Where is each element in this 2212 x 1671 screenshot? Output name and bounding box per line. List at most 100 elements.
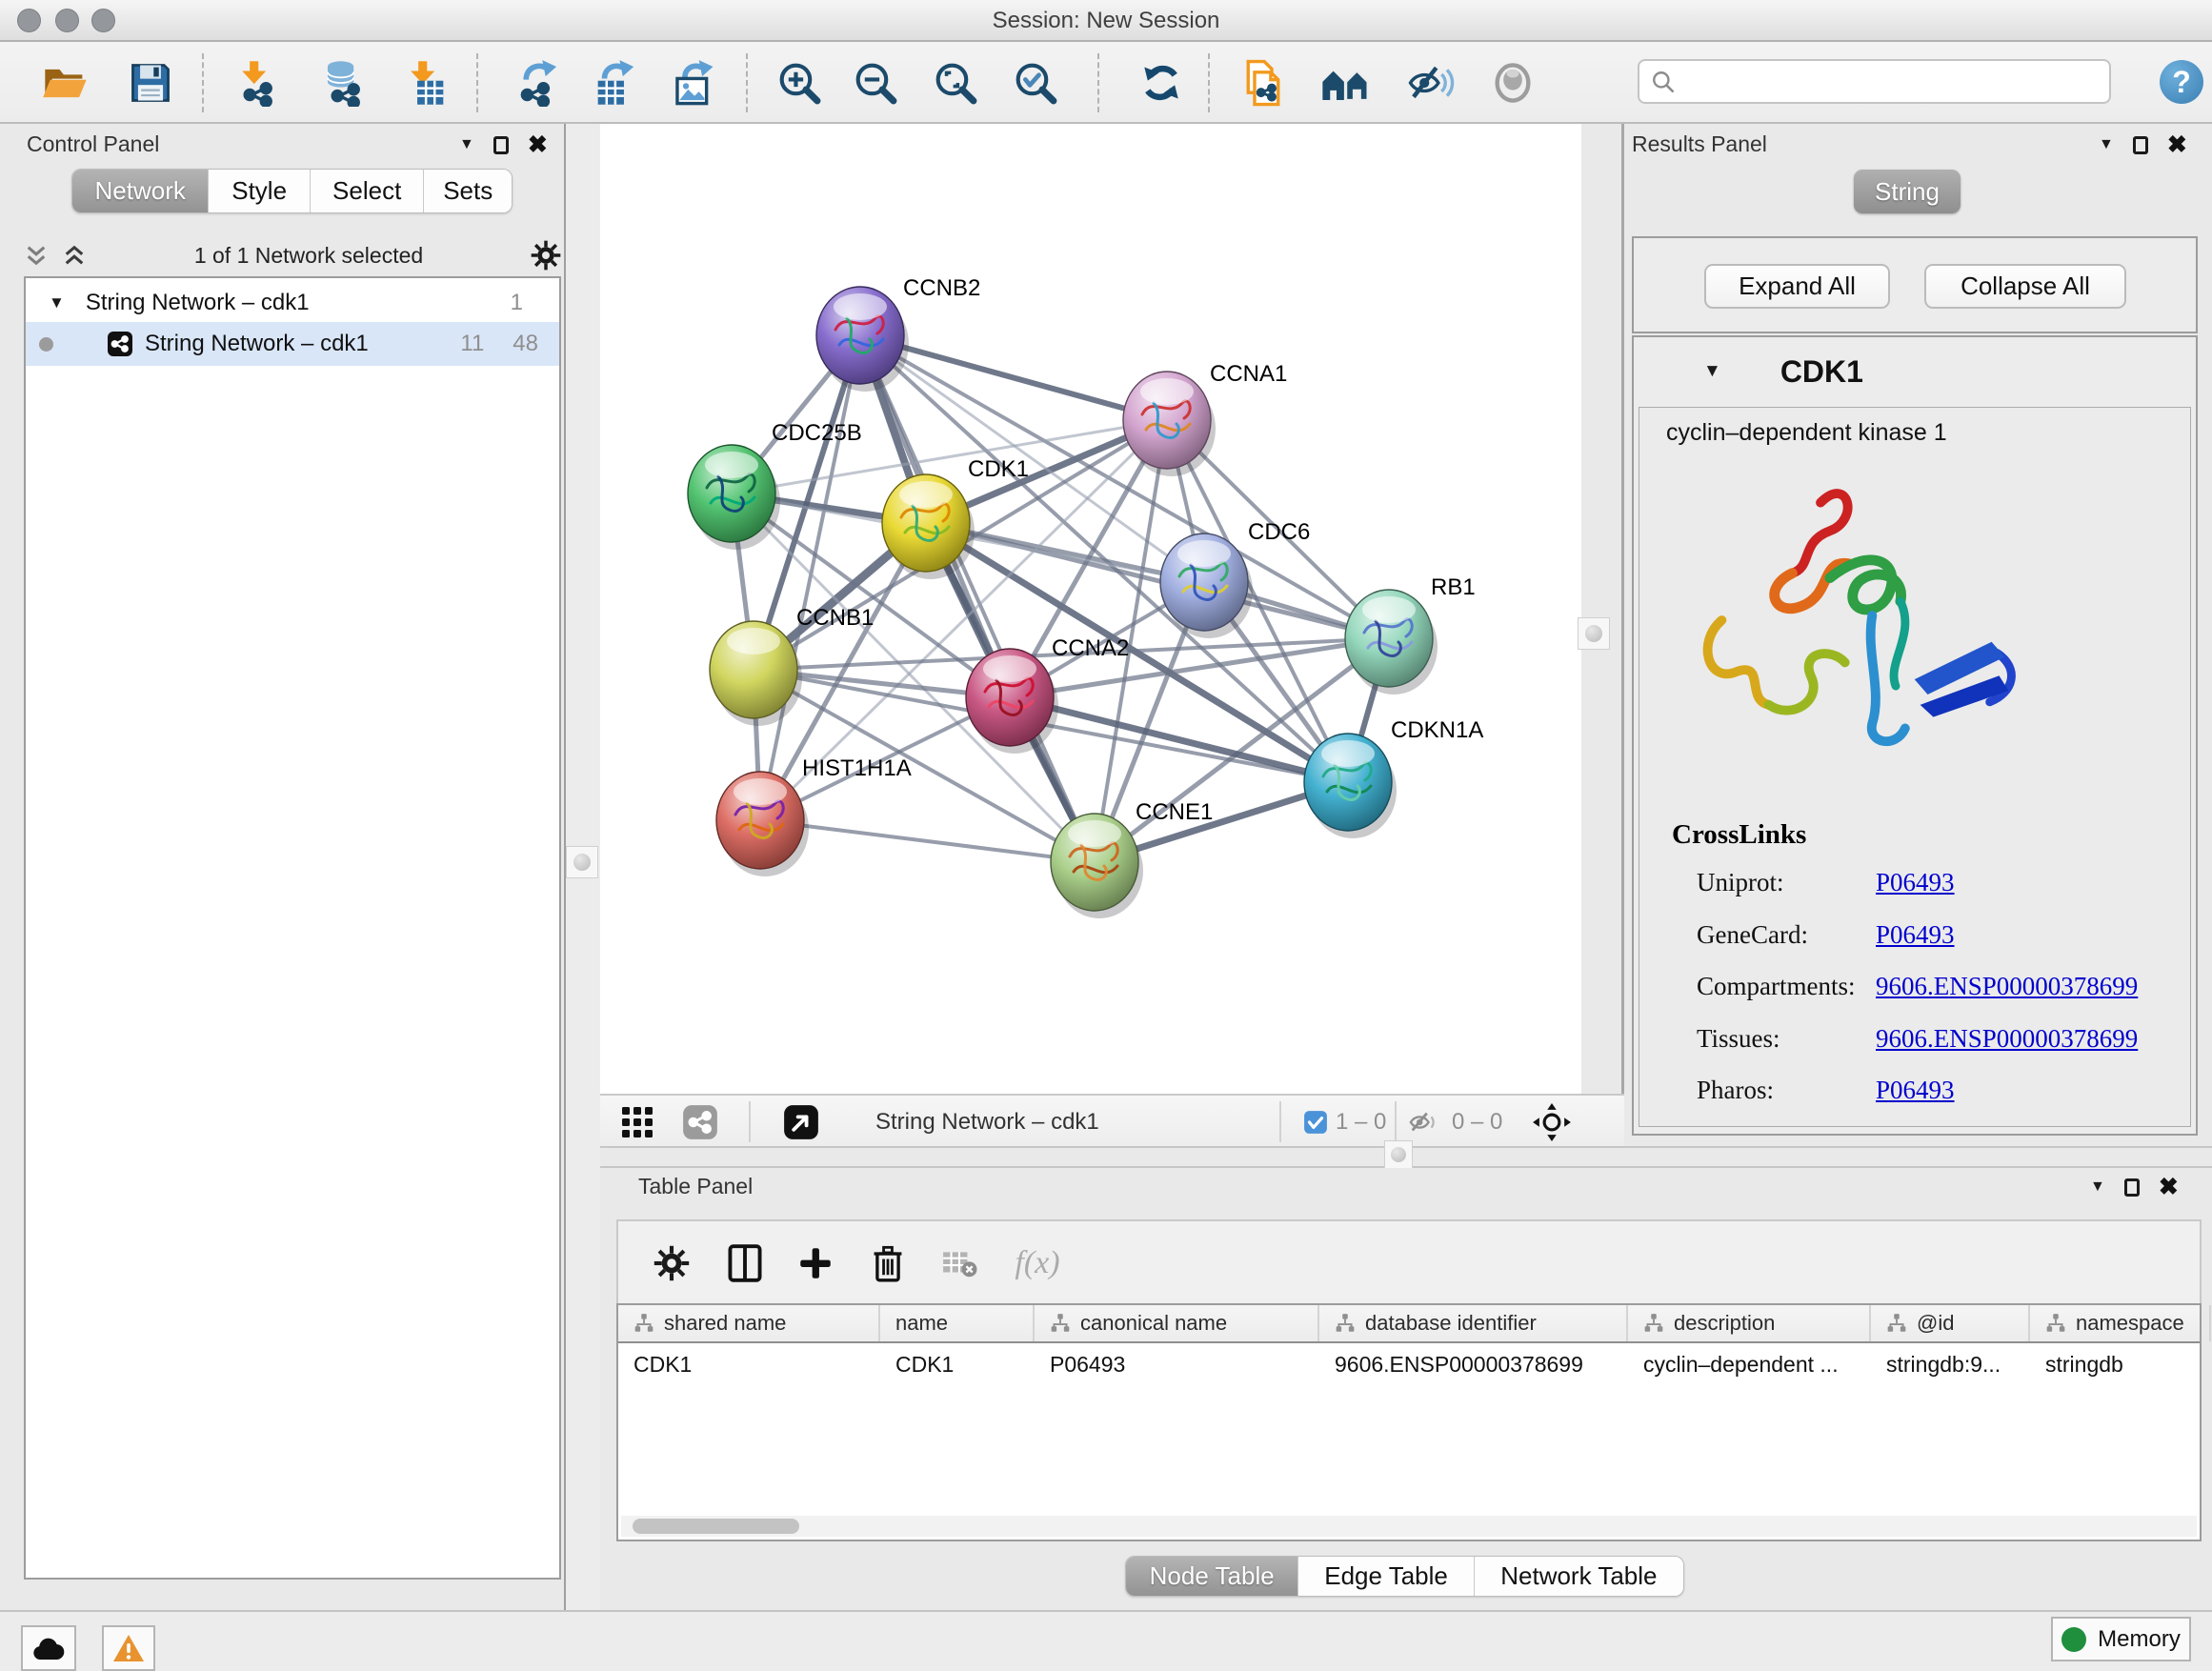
panel-float-icon[interactable] [2124,1178,2140,1197]
search-box[interactable] [1638,59,2111,104]
crosslink-link[interactable]: P06493 [1876,868,1955,919]
column-header-shared-name[interactable]: shared name [618,1305,880,1341]
show-all-icon[interactable] [1485,46,1540,120]
birdseye-view-icon[interactable] [783,1096,819,1148]
export-network-icon[interactable] [513,46,568,120]
network-share-icon[interactable] [682,1096,718,1148]
panel-float-icon[interactable] [493,136,509,154]
delete-column-icon[interactable] [861,1237,915,1290]
add-column-icon[interactable] [789,1237,842,1290]
column-header-canonical-name[interactable]: canonical name [1035,1305,1319,1341]
table-cell[interactable]: stringdb:9... [1871,1343,2030,1385]
column-header-label: shared name [664,1311,786,1336]
panel-menu-icon[interactable]: ▼ [459,136,474,153]
panel-close-icon[interactable]: ✖ [528,135,548,154]
import-table-icon[interactable] [397,46,452,120]
scrollbar-thumb[interactable] [633,1519,799,1534]
panel-close-icon[interactable]: ✖ [2159,1178,2179,1197]
crosslink-link[interactable]: 9606.ENSP00000378699 [1876,1024,2138,1076]
zoom-selected-icon[interactable] [1008,46,1063,120]
crosslink-link[interactable]: P06493 [1876,920,1955,972]
table-horizontal-scrollbar[interactable] [621,1516,2197,1537]
node-table[interactable]: shared name namecanonical namedatabase id… [616,1303,2202,1541]
tab-select[interactable]: Select [311,170,424,212]
import-database-icon[interactable] [316,46,372,120]
tab-string[interactable]: String [1854,170,1961,213]
gene-card-expander-icon[interactable]: ▼ [1703,361,1721,382]
cloud-status-icon[interactable] [21,1625,76,1671]
column-namespace-icon [1050,1313,1071,1334]
network-edges[interactable] [732,335,1389,862]
hide-selected-icon[interactable] [1403,46,1458,120]
tab-network-table[interactable]: Network Table [1475,1557,1683,1596]
horizontal-divider-handle[interactable] [1384,1140,1413,1169]
tab-sets[interactable]: Sets [424,170,512,212]
table-cell[interactable]: cyclin–dependent ... [1628,1343,1871,1385]
column-header-name[interactable]: name [880,1305,1035,1341]
table-cell[interactable]: 9606.ENSP00000378699 [1319,1343,1628,1385]
panel-close-icon[interactable]: ✖ [2167,135,2187,154]
column-namespace-icon [1335,1313,1356,1334]
function-builder-icon[interactable]: f(x) [999,1237,1076,1290]
table-cell[interactable]: P06493 [1035,1343,1319,1385]
network-row[interactable]: String Network – cdk1 11 48 [26,322,559,366]
help-icon[interactable]: ? [2160,60,2203,104]
zoom-out-icon[interactable] [848,46,903,120]
memory-button[interactable]: Memory [2051,1617,2191,1661]
column-header-namespace[interactable]: namespace [2030,1305,2211,1341]
warning-status-icon[interactable] [102,1625,155,1671]
column-header-database-identifier[interactable]: database identifier [1319,1305,1628,1341]
right-divider-handle[interactable] [1578,617,1610,650]
collapse-all-button[interactable]: Collapse All [1924,264,2126,309]
table-panel-title: Table Panel [638,1174,753,1199]
export-table-icon[interactable] [589,46,644,120]
zoom-in-icon[interactable] [772,46,827,120]
grid-view-icon[interactable] [621,1096,654,1148]
tab-node-table[interactable]: Node Table [1126,1557,1298,1596]
network-node-CCNA1[interactable] [1123,372,1216,476]
network-node-CDK1[interactable] [882,474,975,579]
save-session-icon[interactable] [123,46,178,120]
fit-center-icon[interactable] [1532,1096,1572,1148]
table-cell[interactable]: stringdb [2030,1343,2211,1385]
tab-edge-table[interactable]: Edge Table [1298,1557,1474,1596]
table-cell[interactable]: CDK1 [880,1343,1035,1385]
column-header--id[interactable]: @id [1871,1305,2030,1341]
column-header-description[interactable]: description [1628,1305,1871,1341]
tree-expander-icon[interactable]: ▼ [49,293,65,312]
left-divider-handle[interactable] [566,846,598,878]
tab-style[interactable]: Style [209,170,311,212]
selected-checkbox-icon[interactable] [1303,1096,1328,1148]
crosslink-link[interactable]: 9606.ENSP00000378699 [1876,972,2138,1023]
table-settings-gear-icon[interactable] [645,1237,698,1290]
collapse-all-icon[interactable] [24,243,49,268]
open-session-icon[interactable] [38,46,93,120]
show-columns-icon[interactable] [718,1237,772,1290]
zoom-fit-icon[interactable] [928,46,983,120]
network-node-CCNE1[interactable] [1051,814,1143,918]
export-image-icon[interactable] [666,46,721,120]
expand-all-icon[interactable] [62,243,87,268]
panel-menu-icon[interactable]: ▼ [2090,1178,2105,1196]
crosslink-link[interactable]: P06493 [1876,1076,1955,1127]
refresh-layout-icon[interactable] [1134,46,1189,120]
gear-icon[interactable] [531,240,561,271]
expand-all-button[interactable]: Expand All [1704,264,1890,309]
panel-menu-icon[interactable]: ▼ [2099,136,2114,153]
panel-float-icon[interactable] [2133,136,2148,154]
network-node-CCNA2[interactable] [966,649,1058,754]
delete-table-icon[interactable] [933,1237,986,1290]
network-view-canvas[interactable]: CCNB2CCNA1CDC25BCDK1CDC6RB1CCNB1CCNA2CDK… [600,124,1581,1094]
results-buttons-box: Expand All Collapse All [1632,236,2198,333]
table-cell[interactable]: CDK1 [618,1343,880,1385]
network-node-RB1[interactable] [1345,590,1438,695]
search-input[interactable] [1685,69,2109,95]
network-node-CDC25B[interactable] [688,445,780,550]
tab-network[interactable]: Network [72,170,209,212]
clone-network-icon[interactable] [1236,46,1291,120]
import-network-icon[interactable] [229,46,284,120]
table-row[interactable]: CDK1CDK1P064939606.ENSP00000378699cyclin… [618,1343,2200,1385]
network-node-CDKN1A[interactable] [1304,734,1397,838]
network-collection-row[interactable]: ▼ String Network – cdk1 1 [26,278,559,322]
first-neighbors-icon[interactable] [1317,46,1373,120]
